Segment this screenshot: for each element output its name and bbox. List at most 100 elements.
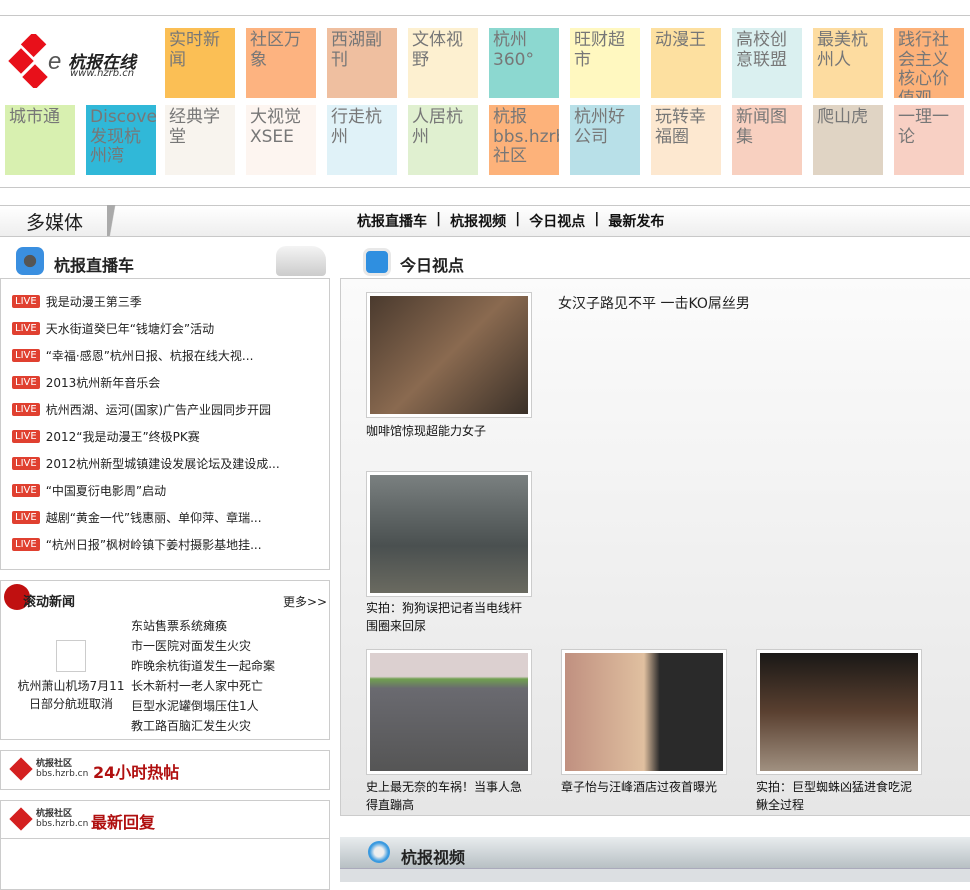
nav-video[interactable]: 杭报视频 <box>450 211 506 231</box>
tile-label: 经典学堂 <box>169 107 220 147</box>
live-item-title: 2013杭州新年音乐会 <box>45 376 161 390</box>
rolling-news-item[interactable]: 市一医院对面发生火灾 <box>131 637 251 654</box>
photo-caption[interactable]: 杭州萧山机场7月11日部分航班取消 <box>17 677 125 713</box>
channel-tile[interactable]: 高校创意联盟 <box>732 28 802 98</box>
video-caption[interactable]: 咖啡馆惊现超能力女子 <box>366 422 526 440</box>
tile-label: 最美杭州人 <box>817 30 868 70</box>
tile-label: Discovery发现杭州湾 <box>90 107 156 167</box>
channel-tile[interactable]: 实时新闻 <box>165 28 235 98</box>
headline-link[interactable]: 女汉子路见不平 一击KO屌丝男 <box>558 293 750 313</box>
more-link[interactable]: 更多>> <box>283 593 327 610</box>
video-caption[interactable]: 实拍：巨型蜘蛛凶猛进食吃泥鳅全过程 <box>756 778 916 814</box>
live-panel-title[interactable]: 杭报直播车 <box>54 252 134 276</box>
tile-label: 玩转幸福圈 <box>655 107 706 147</box>
channel-tile[interactable]: 杭州360° <box>489 28 559 98</box>
live-item[interactable]: LIVE 我是动漫王第三季 <box>12 293 142 310</box>
bbs-logo-url: bbs.hzrb.cn <box>36 819 89 829</box>
video-caption[interactable]: 实拍：狗狗误把记者当电线杆围圈来回尿 <box>366 599 526 635</box>
divider <box>0 187 970 188</box>
nav-latest[interactable]: 最新发布 <box>608 211 664 231</box>
channel-tile[interactable]: 践行社会主义核心价值观 <box>894 28 964 98</box>
tile-label: 大视觉XSEE <box>250 107 301 147</box>
live-badge: LIVE <box>12 511 40 524</box>
tile-label: 爬山虎 <box>817 107 868 127</box>
rolling-news-item[interactable]: 昨晚余杭街道发生一起命案 <box>131 657 275 674</box>
video-caption[interactable]: 章子怡与汪峰酒店过夜首曝光 <box>561 778 721 796</box>
nav-separator: | <box>515 211 521 227</box>
channel-tile[interactable]: 爬山虎 <box>813 105 883 175</box>
tile-label: 西湖副刊 <box>331 30 382 70</box>
bbs-logo-name: 杭报社区 <box>36 759 73 769</box>
site-logo[interactable]: e 杭报在线 www.hzrb.cn <box>8 34 148 88</box>
rolling-news-item[interactable]: 东站售票系统瘫痪 <box>131 617 227 634</box>
tile-label: 人居杭州 <box>412 107 463 147</box>
live-item[interactable]: LIVE 2013杭州新年音乐会 <box>12 374 160 391</box>
live-item[interactable]: LIVE 2012“我是动漫王”终极PK赛 <box>12 428 200 445</box>
tile-label: 城市通 <box>9 107 60 127</box>
live-item-title: “幸福·感恩”杭州日报、杭报在线大视... <box>45 349 254 363</box>
channel-tile[interactable]: 西湖副刊 <box>327 28 397 98</box>
tile-label: 社区万象 <box>250 30 301 70</box>
channel-tile[interactable]: 玩转幸福圈 <box>651 105 721 175</box>
video-thumbnail[interactable] <box>366 649 532 775</box>
channel-tile[interactable]: 社区万象 <box>246 28 316 98</box>
channel-tile[interactable]: 杭州好公司 <box>570 105 640 175</box>
live-item-title: 2012杭州新型城镇建设发展论坛及建设成... <box>45 457 280 471</box>
rolling-news-item[interactable]: 教工路百脑汇发生火灾 <box>131 717 251 734</box>
live-item[interactable]: LIVE “幸福·感恩”杭州日报、杭报在线大视... <box>12 347 253 364</box>
live-item[interactable]: LIVE 2012杭州新型城镇建设发展论坛及建设成... <box>12 455 280 472</box>
bbs-logo: 杭报社区 bbs.hzrb.cn <box>9 757 88 781</box>
channel-tile[interactable]: 文体视野 <box>408 28 478 98</box>
channel-tile[interactable]: 旺财超市 <box>570 28 640 98</box>
tile-label: 文体视野 <box>412 30 463 70</box>
video-thumbnail[interactable] <box>756 649 922 775</box>
hot-posts-title[interactable]: 24小时热帖 <box>93 759 179 783</box>
channel-tile[interactable]: 最美杭州人 <box>813 28 883 98</box>
live-item[interactable]: LIVE 天水街道癸巳年“钱塘灯会”活动 <box>12 320 214 337</box>
nav-separator: | <box>436 211 442 227</box>
disc-icon <box>368 841 390 863</box>
film-reel-icon <box>16 247 44 275</box>
channel-tile[interactable]: 新闻图集 <box>732 105 802 175</box>
nav-today[interactable]: 今日视点 <box>529 211 585 231</box>
live-badge: LIVE <box>12 349 40 362</box>
channel-tile[interactable]: 杭报bbs.hzrb.cn社区 <box>489 105 559 175</box>
live-item[interactable]: LIVE 杭州西湖、运河(国家)广告产业园同步开园 <box>12 401 271 418</box>
video-thumbnail[interactable] <box>561 649 727 775</box>
channel-tile[interactable]: 经典学堂 <box>165 105 235 175</box>
live-item[interactable]: LIVE “中国夏衍电影周”启动 <box>12 482 166 499</box>
tile-label: 践行社会主义核心价值观 <box>898 30 949 98</box>
channel-tile[interactable]: 城市通 <box>5 105 75 175</box>
tile-label: 行走杭州 <box>331 107 382 147</box>
live-badge: LIVE <box>12 484 40 497</box>
video-section-title[interactable]: 杭报视频 <box>401 844 465 868</box>
channel-tile[interactable]: Discovery发现杭州湾 <box>86 105 156 175</box>
channel-tile[interactable]: 大视觉XSEE <box>246 105 316 175</box>
nav-live[interactable]: 杭报直播车 <box>357 211 427 231</box>
live-badge: LIVE <box>12 295 40 308</box>
rolling-news-item[interactable]: 长木新村一老人家中死亡 <box>131 677 263 694</box>
today-title[interactable]: 今日视点 <box>400 252 464 276</box>
latest-replies-title[interactable]: 最新回复 <box>91 809 155 833</box>
channel-tile[interactable]: 一理一论 <box>894 105 964 175</box>
live-item-title: 杭州西湖、运河(国家)广告产业园同步开园 <box>45 403 272 417</box>
section-title: 多媒体 <box>26 212 84 234</box>
live-item[interactable]: LIVE “杭州日报”枫树岭镇下姜村摄影基地挂... <box>12 536 262 553</box>
channel-tile[interactable]: 行走杭州 <box>327 105 397 175</box>
rolling-news-item[interactable]: 巨型水泥罐倒塌压住1人 <box>131 697 259 714</box>
live-badge: LIVE <box>12 403 40 416</box>
news-photo-placeholder[interactable] <box>56 640 86 672</box>
live-badge: LIVE <box>12 430 40 443</box>
tile-label: 旺财超市 <box>574 30 625 70</box>
video-thumbnail[interactable] <box>366 292 532 418</box>
live-item-title: “杭州日报”枫树岭镇下姜村摄影基地挂... <box>45 538 262 552</box>
channel-tile[interactable]: 动漫王 <box>651 28 721 98</box>
video-caption[interactable]: 史上最无奈的车祸！当事人急得直蹦高 <box>366 778 526 814</box>
live-item[interactable]: LIVE 越剧“黄金一代”钱惠丽、单仰萍、章瑞... <box>12 509 262 526</box>
tile-label: 杭州360° <box>493 30 534 70</box>
video-thumbnail[interactable] <box>366 471 532 597</box>
tile-label: 杭报bbs.hzrb.cn社区 <box>493 107 559 167</box>
live-badge: LIVE <box>12 538 40 551</box>
live-badge: LIVE <box>12 322 40 335</box>
channel-tile[interactable]: 人居杭州 <box>408 105 478 175</box>
